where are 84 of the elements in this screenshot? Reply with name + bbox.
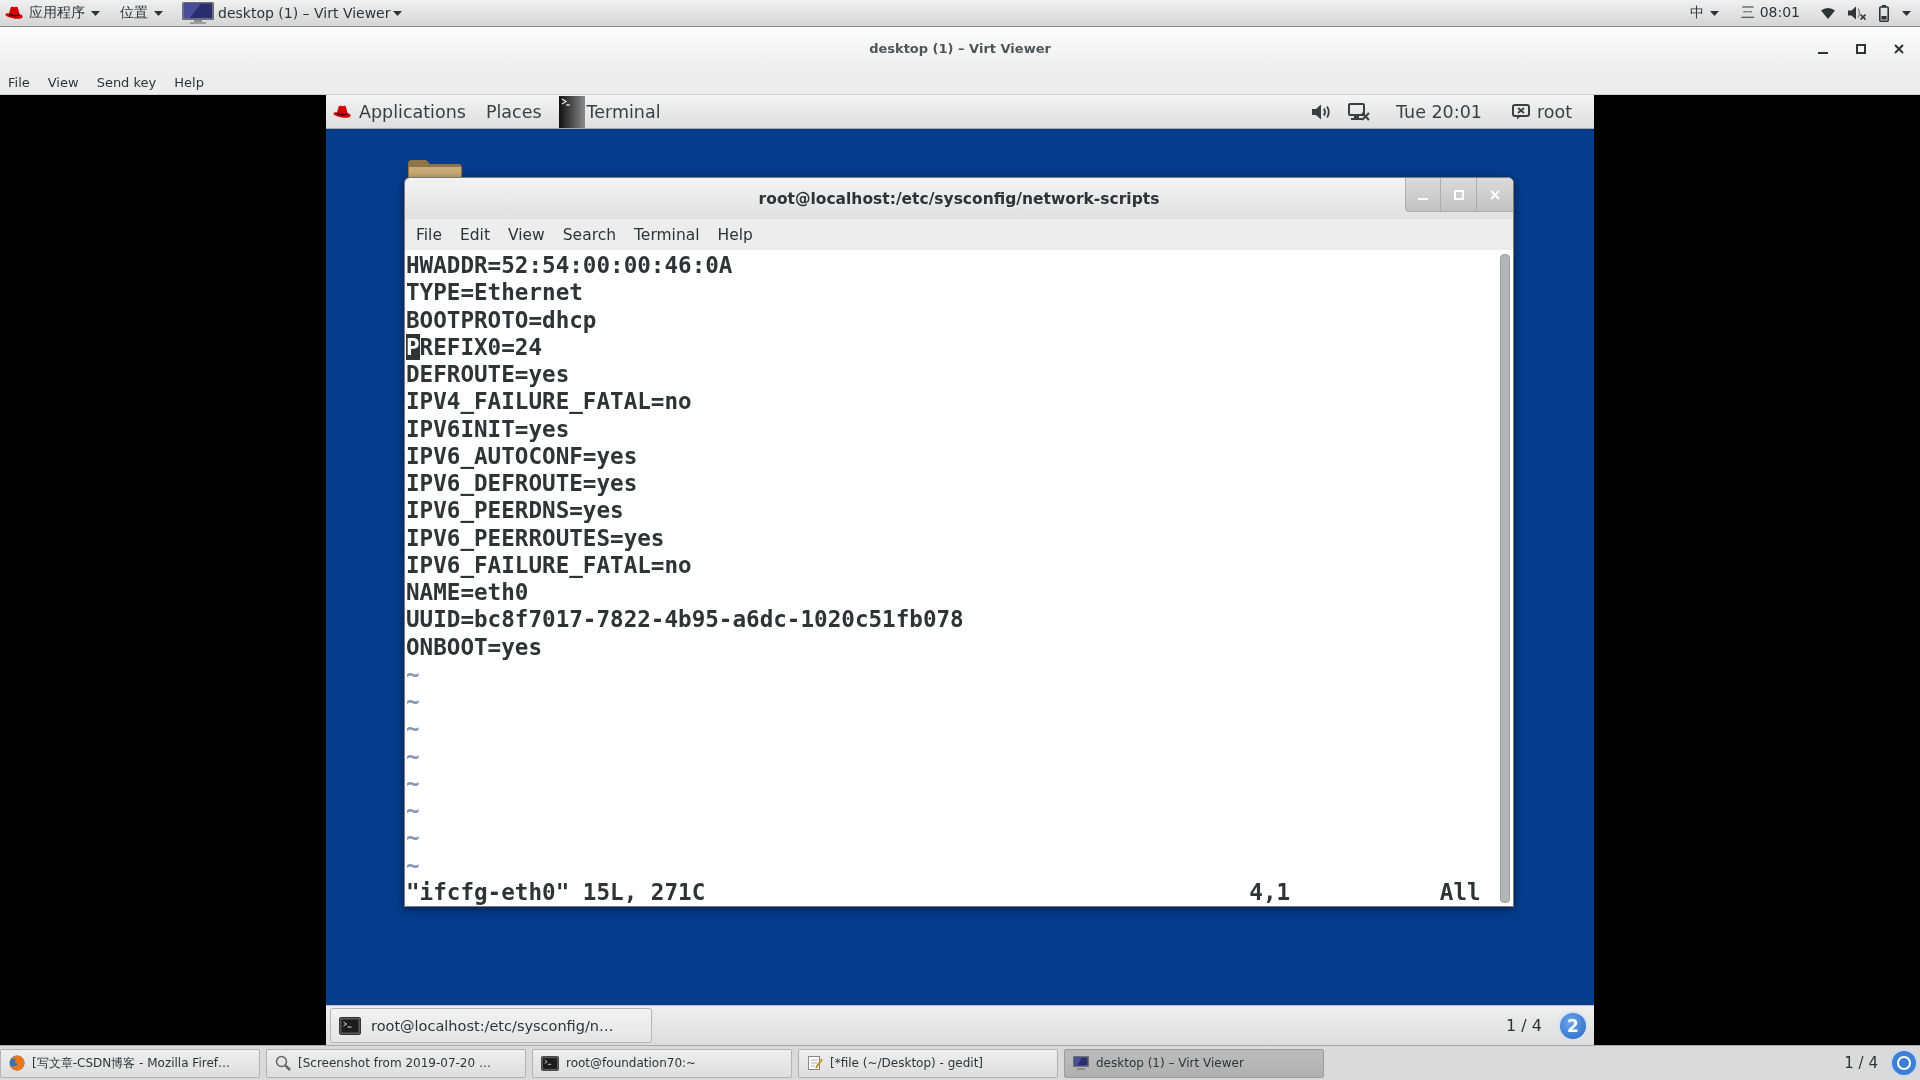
hat-logo-icon: [5, 6, 23, 20]
caret-icon: [91, 10, 100, 16]
code-line: PREFIX0=24: [406, 333, 543, 361]
empty-line-marker: ~: [406, 688, 420, 716]
scroll-position: All: [1439, 878, 1481, 906]
taskbar-button[interactable]: [写文章-CSDN博客 - Mozilla Firef…: [0, 1048, 260, 1078]
empty-line-marker: ~: [406, 797, 420, 825]
menu-item[interactable]: Edit: [450, 222, 499, 247]
magnifier-icon: [275, 1055, 291, 1071]
applications-menu[interactable]: 应用程序: [0, 0, 110, 26]
monitor-icon: [1073, 1055, 1089, 1071]
hat-logo-icon: [333, 104, 351, 119]
status-message: "ifcfg-eth0" 15L, 271C: [406, 878, 706, 906]
clock[interactable]: 三 08:01: [1730, 0, 1811, 26]
code-line: BOOTPROTO=dhcp: [406, 306, 597, 334]
code-line: UUID=bc8f7017-7822-4b95-a6dc-1020c51fb078: [406, 606, 964, 634]
empty-line-marker: ~: [406, 824, 420, 852]
menu-item[interactable]: Help: [165, 71, 213, 93]
volume-muted-icon: [1848, 6, 1866, 20]
menu-item[interactable]: Help: [708, 222, 762, 247]
empty-line-marker: ~: [406, 715, 420, 743]
input-method-menu[interactable]: 中: [1679, 0, 1731, 26]
caret-icon: [154, 10, 163, 16]
taskbar-button[interactable]: root@foundation70:~: [532, 1048, 792, 1078]
battery-icon: [1879, 4, 1889, 22]
notification-icon: [1890, 1049, 1918, 1077]
menu-item[interactable]: View: [38, 71, 88, 93]
code-line: HWADDR=52:54:00:00:46:0A: [406, 252, 733, 280]
clock[interactable]: Tue 20:01: [1382, 95, 1496, 128]
maximize-icon: [1856, 43, 1866, 54]
globe-icon: [9, 1055, 25, 1071]
empty-line-marker: ~: [406, 769, 420, 797]
places-menu[interactable]: Places: [475, 95, 552, 128]
window-title: desktop (1) – Virt Viewer: [869, 41, 1051, 56]
app-menu[interactable]: Terminal: [558, 95, 671, 128]
workspace-indicator[interactable]: 1 / 4: [1842, 1052, 1880, 1074]
empty-line-marker: ~: [406, 660, 420, 688]
terminal-icon: [339, 1016, 361, 1035]
scrollbar-thumb[interactable]: [1500, 254, 1510, 903]
code-line: IPV6_PEERDNS=yes: [406, 497, 624, 525]
menu-item[interactable]: Send key: [87, 71, 166, 93]
display-icon: [1348, 102, 1370, 121]
code-line: IPV6INIT=yes: [406, 415, 570, 443]
window-title: root@localhost:/etc/sysconfig/network-scripts: [758, 189, 1160, 208]
code-line: IPV6_DEFROUTE=yes: [406, 470, 638, 498]
cursor-position: 4,1: [1249, 878, 1291, 906]
close-icon: [1490, 189, 1500, 200]
code-line: IPV6_AUTOCONF=yes: [406, 442, 638, 470]
empty-line-marker: ~: [406, 851, 420, 879]
minimize-icon: [1818, 51, 1828, 54]
caret-icon: [1902, 10, 1911, 16]
taskbar-button[interactable]: desktop (1) – Virt Viewer: [1064, 1048, 1324, 1078]
caret-icon: [393, 10, 403, 16]
terminal-icon: [541, 1055, 559, 1071]
window-menu[interactable]: desktop (1) – Virt Viewer: [173, 0, 413, 26]
code-line: ONBOOT=yes: [406, 633, 543, 661]
code-line: TYPE=Ethernet: [406, 279, 583, 307]
maximize-icon: [1453, 189, 1464, 200]
empty-line-marker: ~: [406, 742, 420, 770]
code-line: IPV4_FAILURE_FATAL=no: [406, 388, 692, 416]
code-line: DEFROUTE=yes: [406, 361, 570, 389]
menu-item[interactable]: File: [407, 222, 451, 247]
taskbar-button[interactable]: [*file (~/Desktop) - gedit]: [798, 1048, 1058, 1078]
workspace-indicator[interactable]: 1 / 4: [1504, 1012, 1544, 1039]
close-icon: [1894, 43, 1904, 54]
minimize-icon: [1418, 197, 1428, 200]
menu-item[interactable]: Terminal: [625, 222, 709, 247]
user-menu[interactable]: root: [1495, 95, 1594, 128]
taskbar-button[interactable]: [Screenshot from 2019-07-20 …: [266, 1048, 526, 1078]
notepad-icon: [807, 1055, 823, 1071]
caret-icon: [1710, 10, 1720, 16]
menu-item[interactable]: Search: [553, 222, 626, 247]
wifi-icon: [1821, 7, 1835, 19]
speaker-icon: [1312, 103, 1332, 120]
speech-bubble-icon: [1511, 103, 1530, 120]
folder-icon: [408, 159, 462, 177]
taskbar-button[interactable]: root@localhost:/etc/sysconfig/n…: [330, 1008, 652, 1043]
places-menu[interactable]: 位置: [110, 0, 173, 26]
menu-item[interactable]: File: [0, 71, 39, 93]
code-line: IPV6_PEERROUTES=yes: [406, 524, 665, 552]
menu-item[interactable]: View: [498, 222, 554, 247]
code-line: IPV6_FAILURE_FATAL=no: [406, 551, 692, 579]
code-line: NAME=eth0: [406, 579, 529, 607]
applications-menu[interactable]: Applications: [326, 95, 476, 128]
